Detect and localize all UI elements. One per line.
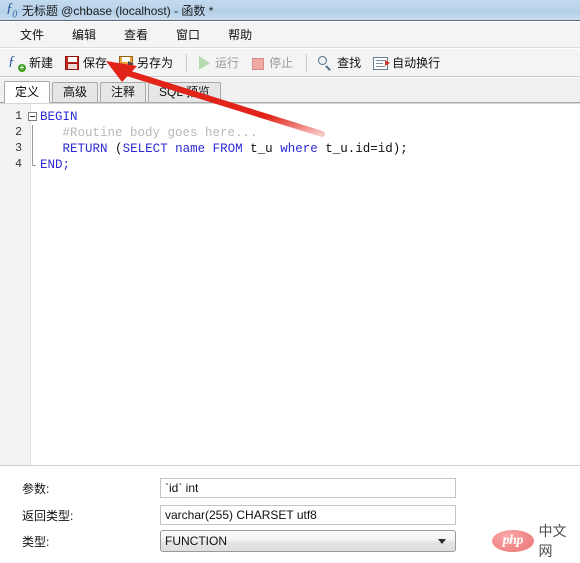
line-number: 3 [15,142,22,155]
type-select-value: FUNCTION [165,534,227,548]
new-button-label: 新建 [29,56,54,70]
fold-marker-cell [26,125,40,141]
stop-square-icon [252,57,265,70]
fold-guide-line [32,141,33,157]
fold-marker-cell [26,141,40,157]
search-icon [318,55,333,71]
code-text: BEGIN [40,110,78,124]
run-button-label: 运行 [215,56,240,70]
tab-strip: 定义 高级 注释 SQL 预览 [0,78,580,103]
save-button[interactable]: 保存 [60,51,114,75]
word-wrap-button-label: 自动换行 [392,56,441,70]
word-wrap-icon [373,56,391,70]
fold-guide-line [32,125,33,141]
menu-help[interactable]: 帮助 [218,23,262,46]
return-type-row: 返回类型: varchar(255) CHARSET utf8 [0,505,580,525]
type-select[interactable]: FUNCTION [160,530,456,552]
run-triangle-icon [199,56,211,70]
tab-definition[interactable]: 定义 [4,81,51,103]
code-line: 1 BEGIN [0,109,580,125]
params-label: 参数: [22,481,50,496]
code-line: 2 #Routine body goes here... [0,125,580,141]
line-number: 2 [15,126,22,139]
window-title: 无标题 @chbase (localhost) - 函数 * [21,3,214,18]
tab-comment[interactable]: 注释 [100,82,147,102]
function-icon: ƒ() [6,1,17,18]
code-text: END; [40,158,71,172]
collapse-icon[interactable] [28,112,37,121]
code-area[interactable]: 1 BEGIN 2 #Routine body goes here... 3 R… [0,109,580,173]
line-number: 1 [15,110,22,123]
menu-file[interactable]: 文件 [10,23,54,46]
return-type-input[interactable]: varchar(255) CHARSET utf8 [160,505,456,525]
code-line: 4 END; [0,157,580,173]
tab-sql-preview[interactable]: SQL 预览 [148,82,221,102]
save-floppy-icon [65,56,80,70]
fold-marker-cell[interactable] [26,109,40,125]
tab-advanced[interactable]: 高级 [52,82,99,102]
find-button-label: 查找 [337,56,362,70]
stop-button-label: 停止 [269,56,294,70]
run-button[interactable]: 运行 [193,51,246,75]
save-as-button[interactable]: 另存为 [114,51,180,75]
find-button[interactable]: 查找 [313,51,368,75]
code-line: 3 RETURN (SELECT name FROM t_u where t_u… [0,141,580,157]
sql-code-editor[interactable]: 1 BEGIN 2 #Routine body goes here... 3 R… [0,103,580,465]
fold-guide-line-end [32,157,36,166]
fold-marker-cell [26,157,40,173]
menu-view[interactable]: 查看 [114,23,158,46]
menu-window[interactable]: 窗口 [166,23,210,46]
word-wrap-button[interactable]: 自动换行 [368,51,447,75]
toolbar-separator-1 [186,53,188,72]
chevron-down-icon[interactable] [438,539,446,544]
save-button-label: 保存 [83,56,108,70]
menu-bar: 文件 编辑 查看 窗口 帮助 [0,22,580,48]
function-editor-window: ƒ() 无标题 @chbase (localhost) - 函数 * 文件 编辑… [0,0,580,563]
new-function-icon: ƒ + [8,53,26,72]
new-button[interactable]: ƒ + 新建 [4,51,60,75]
save-as-icon [119,56,135,70]
title-bar: ƒ() 无标题 @chbase (localhost) - 函数 * [0,0,580,21]
return-type-label: 返回类型: [22,508,74,523]
line-number: 4 [15,158,22,171]
toolbar: ƒ + 新建 保存 另存为 运行 停止 查找 自动换行 [0,49,580,77]
menu-edit[interactable]: 编辑 [62,23,106,46]
stop-button[interactable]: 停止 [246,51,300,75]
toolbar-separator-2 [306,53,308,72]
code-text: RETURN (SELECT name FROM t_u where t_u.i… [62,142,408,156]
params-input[interactable]: `id` int [160,478,456,498]
code-text: #Routine body goes here... [40,126,258,140]
params-row: 参数: `id` int [0,478,580,498]
save-as-button-label: 另存为 [137,56,174,70]
type-row: 类型: FUNCTION [0,530,580,552]
properties-panel: 参数: `id` int 返回类型: varchar(255) CHARSET … [0,465,580,563]
type-label: 类型: [22,534,50,549]
